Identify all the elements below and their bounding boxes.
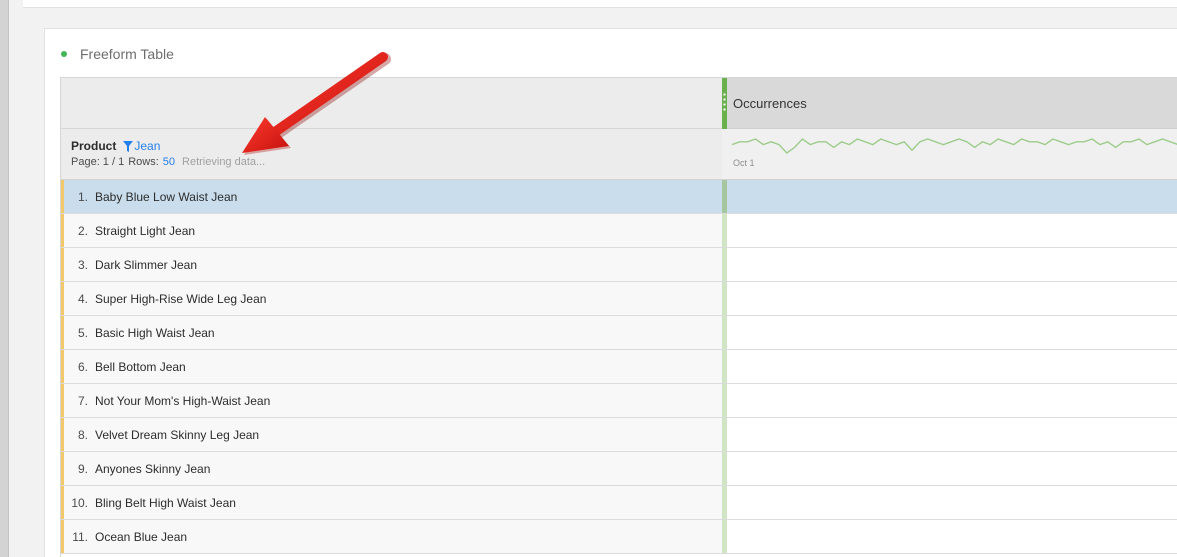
row-label: Baby Blue Low Waist Jean (95, 189, 238, 204)
row-dimension-cell[interactable]: 3. Dark Slimmer Jean (61, 248, 722, 281)
occurrences-sparkline (732, 138, 1177, 154)
row-label: Bell Bottom Jean (95, 359, 186, 374)
row-dimension-cell[interactable]: 9. Anyones Skinny Jean (61, 452, 722, 485)
row-metric-cell[interactable] (722, 180, 1177, 213)
row-number: 11. (72, 529, 88, 544)
row-number: 2. (77, 223, 88, 238)
rows-label: Rows: (128, 156, 159, 168)
page-indicator: Page: 1 / 1 (71, 156, 125, 168)
row-label: Basic High Waist Jean (95, 325, 215, 340)
row-metric-cell[interactable] (722, 418, 1177, 451)
table-row[interactable]: 9. Anyones Skinny Jean (61, 452, 1177, 486)
row-dimension-cell[interactable]: 11. Ocean Blue Jean (61, 520, 722, 553)
table-row[interactable]: 10. Bling Belt High Waist Jean (61, 486, 1177, 520)
row-number: 8. (77, 427, 88, 442)
row-metric-cell[interactable] (722, 486, 1177, 519)
trend-start-date: Oct 1 (733, 158, 755, 168)
left-rail (0, 0, 9, 557)
panel-title: Freeform Table (80, 46, 174, 62)
row-metric-cell[interactable] (722, 452, 1177, 485)
row-number: 6. (77, 359, 88, 374)
row-metric-cell[interactable] (722, 520, 1177, 553)
filter-funnel-icon (123, 140, 134, 152)
row-number: 7. (77, 393, 88, 408)
row-number: 4. (77, 291, 88, 306)
row-metric-cell[interactable] (722, 282, 1177, 315)
table-row[interactable]: 6. Bell Bottom Jean (61, 350, 1177, 384)
table-body: 1. Baby Blue Low Waist Jean 2. Straight Lig… (61, 180, 1177, 554)
table-row[interactable]: 5. Basic High Waist Jean (61, 316, 1177, 350)
table-row[interactable]: 8. Velvet Dream Skinny Leg Jean (61, 418, 1177, 452)
row-dimension-cell[interactable]: 6. Bell Bottom Jean (61, 350, 722, 383)
filter-label: Jean (134, 139, 161, 153)
row-number: 10. (71, 495, 88, 510)
table-row[interactable]: 4. Super High-Rise Wide Leg Jean (61, 282, 1177, 316)
dimension-header-top (61, 78, 722, 129)
rows-per-page-value[interactable]: 50 (163, 156, 175, 168)
table-row[interactable]: 1. Baby Blue Low Waist Jean (61, 180, 1177, 214)
panel-header[interactable]: Freeform Table (61, 45, 174, 63)
row-number: 3. (77, 257, 88, 272)
freeform-table: Occurrences Product Jean Page: 1 / 1 Row… (60, 77, 1177, 557)
table-row[interactable]: 7. Not Your Mom's High-Waist Jean (61, 384, 1177, 418)
row-label: Super High-Rise Wide Leg Jean (95, 291, 267, 306)
dimension-name[interactable]: Product (71, 139, 116, 153)
top-panel-edge (23, 0, 1177, 8)
row-number: 5. (77, 325, 88, 340)
metric-header[interactable]: Occurrences (722, 78, 1177, 129)
row-dimension-cell[interactable]: 7. Not Your Mom's High-Waist Jean (61, 384, 722, 417)
row-dimension-cell[interactable]: 2. Straight Light Jean (61, 214, 722, 247)
row-label: Dark Slimmer Jean (95, 257, 198, 272)
loading-status: Retrieving data... (182, 156, 266, 168)
dimension-header: Product Jean Page: 1 / 1 Rows: 50 Retrie… (61, 129, 722, 180)
row-label: Bling Belt High Waist Jean (95, 495, 236, 510)
row-dimension-cell[interactable]: 5. Basic High Waist Jean (61, 316, 722, 349)
row-dimension-cell[interactable]: 4. Super High-Rise Wide Leg Jean (61, 282, 722, 315)
row-metric-cell[interactable] (722, 316, 1177, 349)
panel-status-dot-icon (61, 51, 67, 57)
rail-gap (9, 0, 23, 557)
dimension-filter[interactable]: Jean (123, 139, 160, 153)
row-label: Ocean Blue Jean (95, 529, 188, 544)
row-label: Straight Light Jean (95, 223, 196, 238)
row-label: Not Your Mom's High-Waist Jean (95, 393, 271, 408)
row-dimension-cell[interactable]: 8. Velvet Dream Skinny Leg Jean (61, 418, 722, 451)
metric-header-label: Occurrences (733, 96, 807, 111)
row-dimension-cell[interactable]: 10. Bling Belt High Waist Jean (61, 486, 722, 519)
freeform-panel: Freeform Table Occurrences Product Jean … (44, 28, 1177, 557)
table-row[interactable]: 11. Ocean Blue Jean (61, 520, 1177, 554)
drag-dots-icon (723, 92, 726, 112)
row-label: Velvet Dream Skinny Leg Jean (95, 427, 260, 442)
table-row[interactable]: 2. Straight Light Jean (61, 214, 1177, 248)
row-label: Anyones Skinny Jean (95, 461, 211, 476)
column-drag-handle[interactable] (722, 78, 727, 129)
row-metric-cell[interactable] (722, 248, 1177, 281)
table-row[interactable]: 3. Dark Slimmer Jean (61, 248, 1177, 282)
metric-trend-header: Oct 1 (722, 129, 1177, 180)
row-metric-cell[interactable] (722, 350, 1177, 383)
row-number: 9. (77, 461, 88, 476)
row-dimension-cell[interactable]: 1. Baby Blue Low Waist Jean (61, 180, 722, 213)
row-number: 1. (77, 189, 88, 204)
row-metric-cell[interactable] (722, 384, 1177, 417)
row-metric-cell[interactable] (722, 214, 1177, 247)
